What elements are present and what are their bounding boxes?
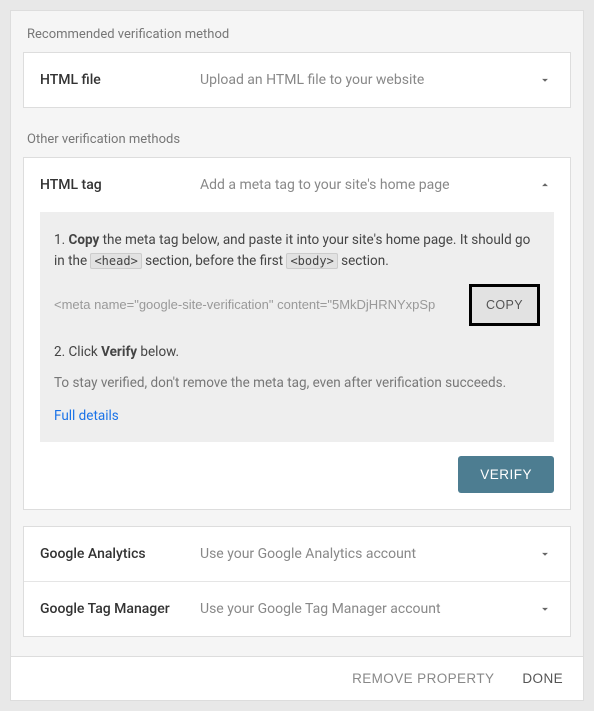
html-file-header[interactable]: HTML file Upload an HTML file to your we…: [24, 53, 570, 107]
stay-verified-note: To stay verified, don't remove the meta …: [54, 375, 540, 391]
html-file-card: HTML file Upload an HTML file to your we…: [23, 52, 571, 108]
google-tag-manager-subtitle: Use your Google Tag Manager account: [200, 601, 536, 617]
html-tag-subtitle: Add a meta tag to your site's home page: [200, 177, 536, 193]
html-file-title: HTML file: [40, 72, 200, 88]
google-tag-manager-header[interactable]: Google Tag Manager Use your Google Tag M…: [24, 582, 570, 636]
chevron-down-icon: [536, 545, 554, 563]
html-file-subtitle: Upload an HTML file to your website: [200, 72, 536, 88]
step-1-text: 1. Copy the meta tag below, and paste it…: [54, 230, 540, 272]
google-analytics-title: Google Analytics: [40, 546, 200, 562]
google-analytics-subtitle: Use your Google Analytics account: [200, 546, 536, 562]
html-tag-body: 1. Copy the meta tag below, and paste it…: [24, 212, 570, 509]
step-2-text: 2. Click Verify below.: [54, 342, 540, 363]
chevron-down-icon: [536, 71, 554, 89]
remove-property-button[interactable]: REMOVE PROPERTY: [352, 671, 494, 686]
full-details-link[interactable]: Full details: [54, 408, 119, 424]
meta-tag-row: <meta name="google-site-verification" co…: [54, 284, 540, 326]
meta-tag-snippet[interactable]: <meta name="google-site-verification" co…: [54, 297, 463, 312]
done-button[interactable]: DONE: [522, 671, 563, 686]
chevron-down-icon: [536, 600, 554, 618]
other-methods-stack: Google Analytics Use your Google Analyti…: [23, 526, 571, 637]
google-tag-manager-title: Google Tag Manager: [40, 601, 200, 617]
other-section-label: Other verification methods: [23, 124, 571, 157]
html-tag-card: HTML tag Add a meta tag to your site's h…: [23, 157, 571, 510]
html-tag-title: HTML tag: [40, 177, 200, 193]
google-analytics-header[interactable]: Google Analytics Use your Google Analyti…: [24, 527, 570, 582]
recommended-section-label: Recommended verification method: [23, 19, 571, 52]
verification-panel: Recommended verification method HTML fil…: [10, 10, 584, 701]
verify-button[interactable]: VERIFY: [458, 456, 554, 493]
footer-bar: REMOVE PROPERTY DONE: [11, 656, 583, 700]
copy-button[interactable]: COPY: [469, 284, 540, 326]
html-tag-header[interactable]: HTML tag Add a meta tag to your site's h…: [24, 158, 570, 212]
content-area: Recommended verification method HTML fil…: [11, 11, 583, 656]
body-code: <body>: [286, 253, 337, 269]
head-code: <head>: [90, 253, 141, 269]
instructions-panel: 1. Copy the meta tag below, and paste it…: [40, 212, 554, 442]
chevron-up-icon: [536, 176, 554, 194]
verify-row: VERIFY: [40, 442, 554, 493]
